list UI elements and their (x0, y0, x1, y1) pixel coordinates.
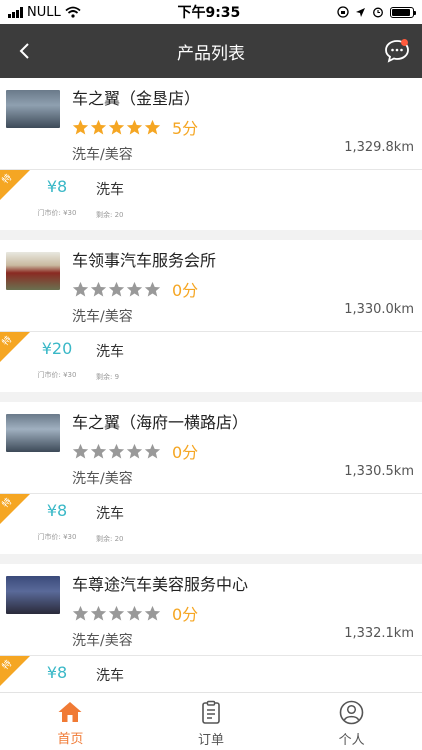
tab-bar: 首页 订单 个人 (0, 692, 422, 750)
shop-thumbnail (6, 414, 60, 452)
rating-score: 0分 (172, 281, 199, 300)
shop-name: 车领事汽车服务会所 (72, 251, 217, 270)
remaining-count: 剩余: 9 (96, 373, 120, 381)
star-icon (126, 605, 143, 620)
shop-header[interactable]: 车尊途汽车美容服务中心 0分 洗车/美容 1,332.1km (0, 564, 422, 656)
star-icon (144, 443, 161, 458)
shop-card[interactable]: 车之翼（金垦店） 5分 洗车/美容 1,329.8km 特 ¥8 门市价: ¥3… (0, 78, 422, 230)
product-name: 洗车 (96, 182, 124, 198)
shop-card[interactable]: 车尊途汽车美容服务中心 0分 洗车/美容 1,332.1km 特 ¥8 洗车 (0, 564, 422, 692)
tab-profile[interactable]: 个人 (281, 693, 422, 750)
battery-icon (390, 6, 416, 18)
product-price: ¥8 (46, 501, 68, 520)
star-icon (126, 281, 143, 296)
wifi-icon (65, 6, 81, 18)
product-name: 洗车 (96, 668, 124, 684)
status-time: 下午9:35 (177, 5, 241, 21)
page-title: 产品列表 (177, 43, 245, 64)
shop-header[interactable]: 车之翼（海府一横路店） 0分 洗车/美容 1,330.5km (0, 402, 422, 494)
rating-score: 5分 (172, 119, 199, 138)
star-rating: 0分 (72, 278, 414, 300)
product-price: ¥20 (41, 339, 73, 358)
star-icon (90, 443, 107, 458)
star-icon (90, 119, 107, 134)
shop-distance: 1,330.0km (344, 302, 414, 317)
product-name: 洗车 (96, 506, 124, 522)
star-icon (108, 281, 125, 296)
shop-distance: 1,329.8km (344, 140, 414, 155)
star-icon (126, 443, 143, 458)
product-row[interactable]: 特 ¥8 门市价: ¥30 洗车 剩余: 20 (0, 494, 422, 554)
star-icon (72, 281, 89, 296)
star-icon (144, 119, 161, 134)
shop-header[interactable]: 车之翼（金垦店） 5分 洗车/美容 1,329.8km (0, 78, 422, 170)
star-icon (90, 605, 107, 620)
product-row[interactable]: 特 ¥20 门市价: ¥30 洗车 剩余: 9 (0, 332, 422, 392)
status-bar: NULL 下午9:35 (0, 0, 422, 24)
alarm-icon (373, 7, 383, 18)
star-icon (108, 443, 125, 458)
shop-name: 车之翼（海府一横路店） (72, 413, 249, 432)
home-icon (58, 702, 82, 722)
tab-label: 首页 (57, 732, 84, 747)
message-button[interactable] (382, 37, 412, 65)
shop-thumbnail (6, 252, 60, 290)
chevron-left-icon (19, 43, 29, 59)
remaining-count: 剩余: 20 (96, 535, 124, 543)
shop-thumbnail (6, 576, 60, 614)
shop-card[interactable]: 车领事汽车服务会所 0分 洗车/美容 1,330.0km 特 ¥20 门市价: … (0, 240, 422, 392)
shop-name: 车之翼（金垦店） (72, 89, 201, 108)
product-row[interactable]: 特 ¥8 门市价: ¥30 洗车 剩余: 20 (0, 170, 422, 230)
shop-distance: 1,332.1km (344, 626, 414, 641)
nav-bar: 产品列表 (0, 24, 422, 78)
star-icon (108, 119, 125, 134)
order-icon (202, 700, 220, 724)
original-price: 门市价: ¥30 (37, 533, 77, 541)
unread-badge (401, 39, 408, 46)
product-price: ¥8 (46, 663, 68, 682)
original-price: 门市价: ¥30 (37, 371, 77, 379)
star-icon (144, 605, 161, 620)
location-icon (356, 7, 365, 17)
remaining-count: 剩余: 20 (96, 211, 124, 219)
star-rating: 0分 (72, 602, 414, 624)
shop-list[interactable]: 车之翼（金垦店） 5分 洗车/美容 1,329.8km 特 ¥8 门市价: ¥3… (0, 78, 422, 692)
star-rating: 0分 (72, 440, 414, 462)
shop-distance: 1,330.5km (344, 464, 414, 479)
star-icon (72, 119, 89, 134)
star-rating: 5分 (72, 116, 414, 138)
rating-score: 0分 (172, 605, 199, 624)
star-icon (126, 119, 143, 134)
tab-label: 订单 (198, 733, 225, 748)
tab-home[interactable]: 首页 (0, 693, 141, 750)
original-price: 门市价: ¥30 (37, 209, 77, 217)
shop-header[interactable]: 车领事汽车服务会所 0分 洗车/美容 1,330.0km (0, 240, 422, 332)
star-icon (144, 281, 161, 296)
status-right (337, 6, 416, 18)
carrier-label: NULL (27, 4, 61, 20)
tab-orders[interactable]: 订单 (141, 693, 282, 750)
star-icon (72, 605, 89, 620)
product-name: 洗车 (96, 344, 124, 360)
shop-card[interactable]: 车之翼（海府一横路店） 0分 洗车/美容 1,330.5km 特 ¥8 门市价:… (0, 402, 422, 554)
lock-rotation-icon (337, 6, 349, 18)
signal-icon (8, 6, 23, 18)
star-icon (72, 443, 89, 458)
tab-label: 个人 (338, 733, 365, 748)
star-icon (90, 281, 107, 296)
shop-thumbnail (6, 90, 60, 128)
product-price: ¥8 (46, 177, 68, 196)
status-left: NULL (8, 5, 81, 20)
rating-score: 0分 (172, 443, 199, 462)
back-button[interactable] (10, 37, 38, 65)
product-row[interactable]: 特 ¥8 洗车 (0, 656, 422, 692)
person-icon (339, 700, 364, 725)
shop-name: 车尊途汽车美容服务中心 (72, 575, 249, 594)
star-icon (108, 605, 125, 620)
